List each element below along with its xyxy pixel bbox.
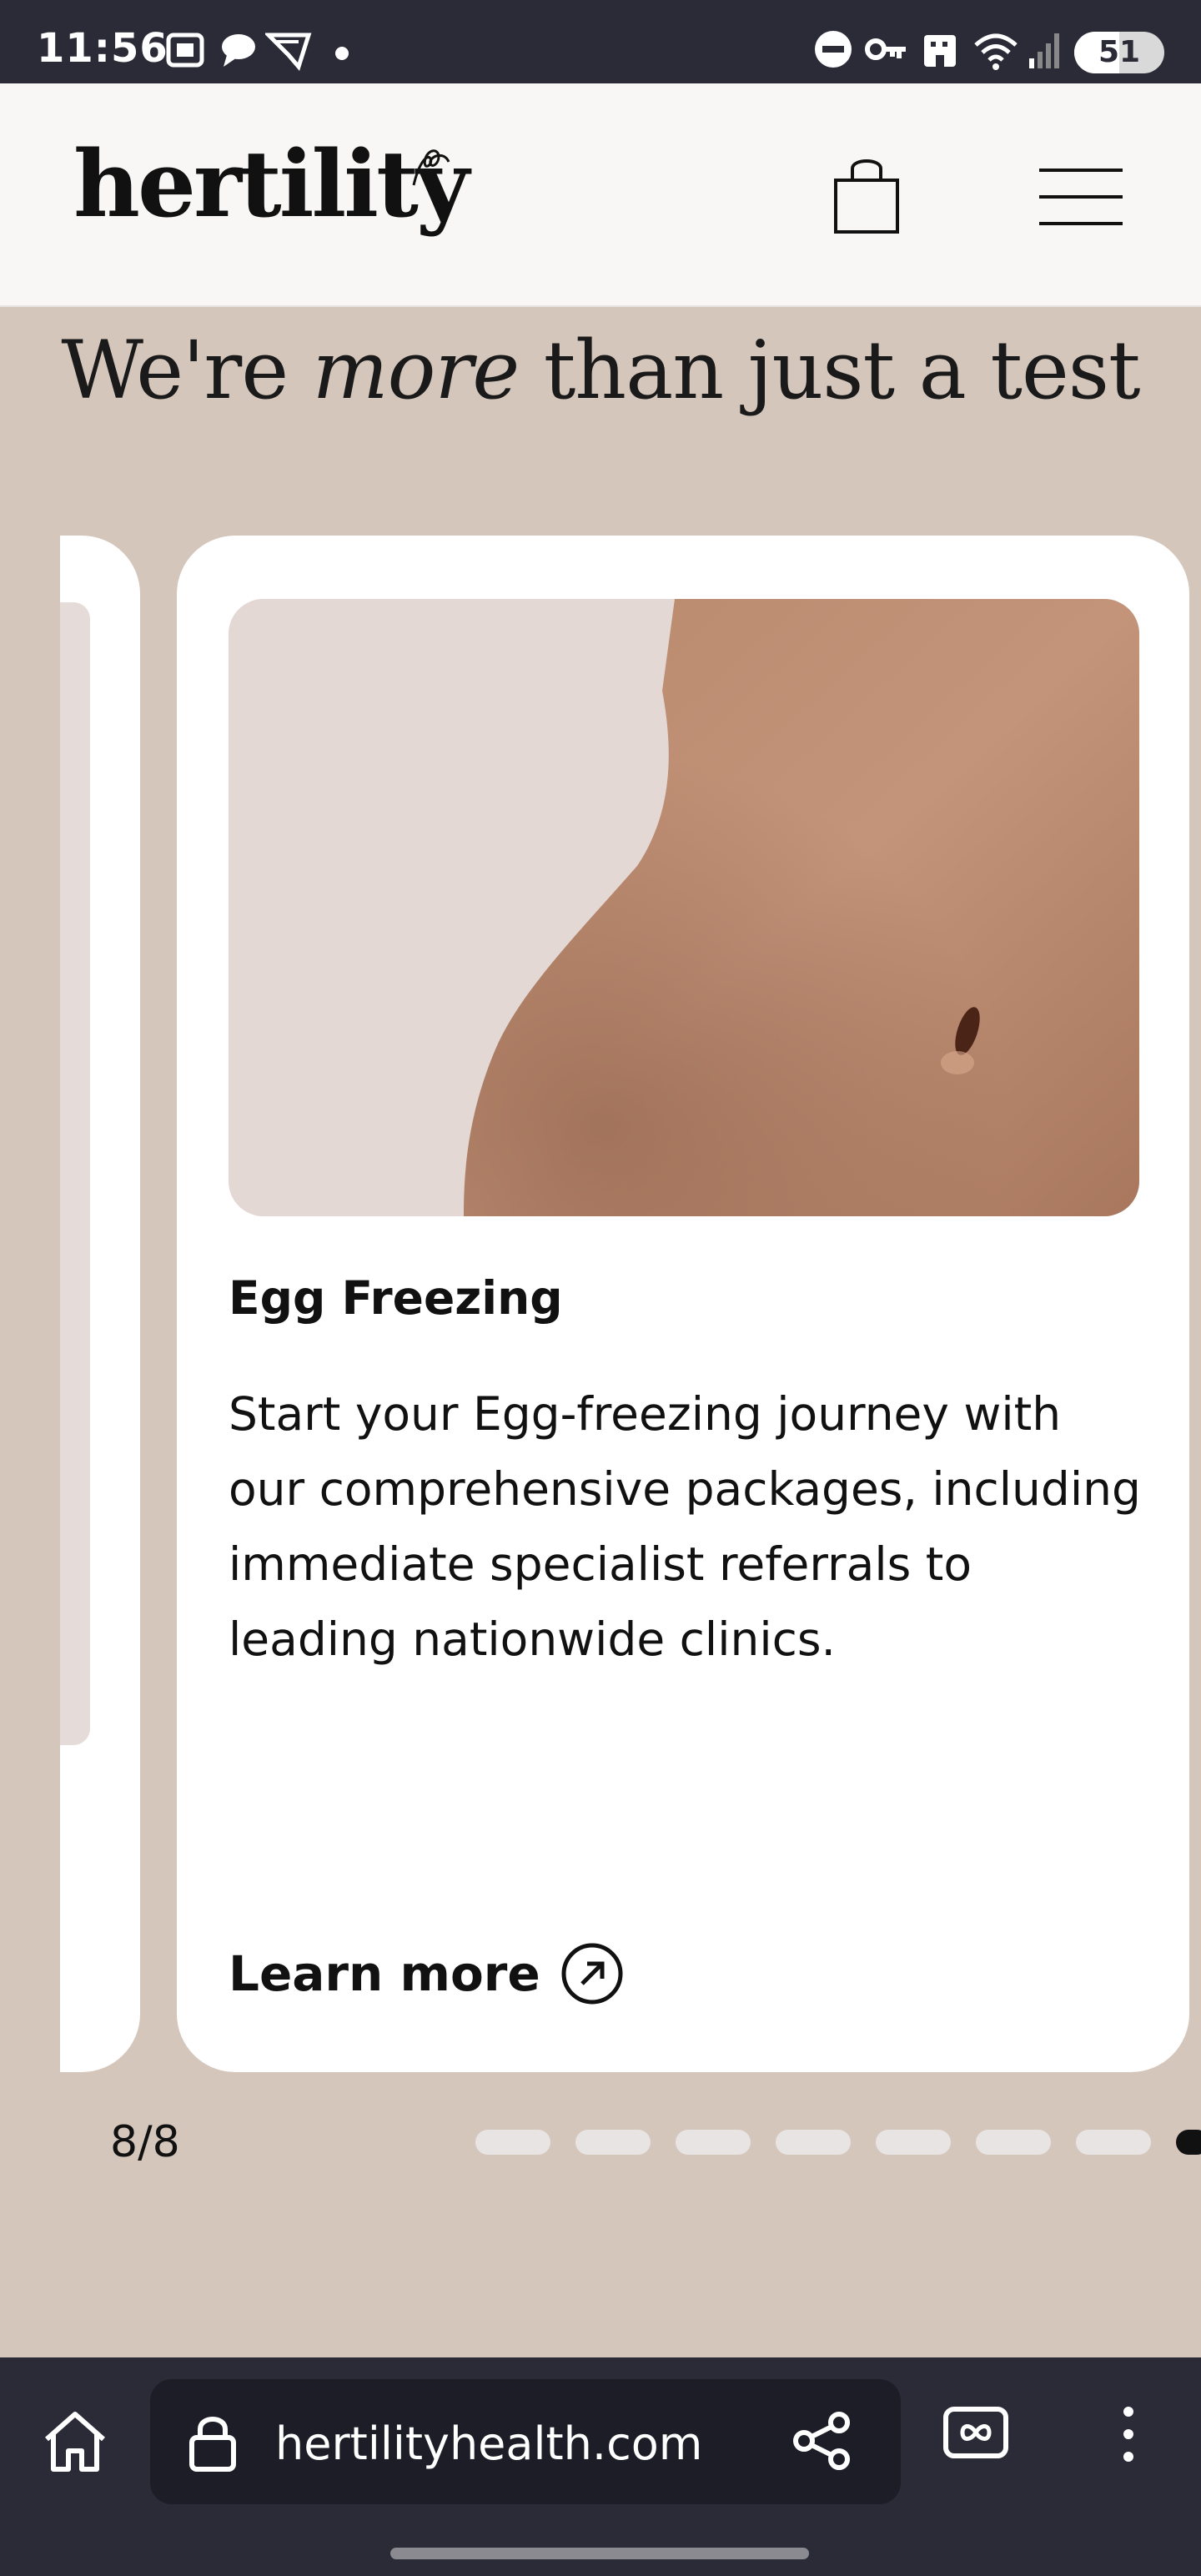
signal-icon — [1029, 33, 1059, 68]
incognito-tabs-icon[interactable] — [942, 2406, 1009, 2459]
chat-icon — [222, 34, 255, 67]
battery-level: 51 — [1098, 35, 1141, 69]
carousel-dot-4[interactable] — [776, 2130, 851, 2155]
previous-card[interactable] — [60, 536, 140, 2072]
shopping-bag-icon[interactable] — [831, 155, 902, 235]
card-image — [229, 599, 1139, 1216]
site-header: hertility — [0, 83, 1201, 307]
section-title: We're more than just a test — [0, 324, 1201, 417]
logo-mark-icon — [412, 149, 450, 186]
browser-toolbar: hertilityhealth.com — [0, 2357, 1201, 2576]
status-bar: 11:56 51 — [0, 0, 1201, 83]
carousel-dot-3[interactable] — [676, 2130, 751, 2155]
learn-more-link[interactable]: Learn more — [229, 1942, 624, 2005]
card-title: Egg Freezing — [229, 1271, 563, 1325]
title-part-2: than just a test — [543, 324, 1141, 417]
learn-more-label: Learn more — [229, 1945, 540, 2002]
service-card[interactable]: Egg Freezing Start your Egg-freezing jou… — [177, 536, 1189, 2072]
do-not-disturb-icon — [815, 31, 852, 68]
app-shield-icon — [265, 33, 312, 72]
hamburger-menu-icon[interactable] — [1039, 167, 1123, 227]
title-part-1: We're — [61, 324, 289, 417]
screenshot-icon — [166, 33, 204, 68]
gesture-bar[interactable] — [390, 2548, 809, 2559]
lock-icon[interactable] — [187, 2412, 239, 2473]
carousel-dot-5[interactable] — [876, 2130, 951, 2155]
battery-indicator: 51 — [1074, 32, 1164, 73]
home-icon[interactable] — [40, 2407, 110, 2474]
address-bar[interactable]: hertilityhealth.com — [150, 2379, 901, 2504]
title-emphasis: more — [312, 324, 520, 417]
carousel-dot-1[interactable] — [475, 2130, 550, 2155]
status-time: 11:56 — [37, 25, 168, 72]
work-profile-icon — [924, 35, 956, 67]
carousel-dot-2[interactable] — [575, 2130, 651, 2155]
url-text[interactable]: hertilityhealth.com — [275, 2418, 702, 2470]
more-options-icon[interactable] — [1123, 2406, 1134, 2463]
carousel-dot-6[interactable] — [976, 2130, 1051, 2155]
card-description: Start your Egg-freezing journey with our… — [229, 1387, 1141, 1666]
carousel-dot-8[interactable] — [1176, 2130, 1201, 2155]
torso-illustration — [229, 599, 1139, 1216]
site-logo[interactable]: hertility — [73, 130, 470, 238]
notification-dot-icon — [335, 47, 349, 60]
carousel-counter: 8/8 — [110, 2117, 180, 2167]
carousel-dot-7[interactable] — [1076, 2130, 1151, 2155]
vpn-key-icon — [865, 38, 906, 60]
previous-card-image — [60, 602, 90, 1745]
share-icon[interactable] — [792, 2411, 852, 2471]
arrow-up-right-icon — [561, 1943, 623, 2005]
wifi-icon — [974, 33, 1018, 70]
